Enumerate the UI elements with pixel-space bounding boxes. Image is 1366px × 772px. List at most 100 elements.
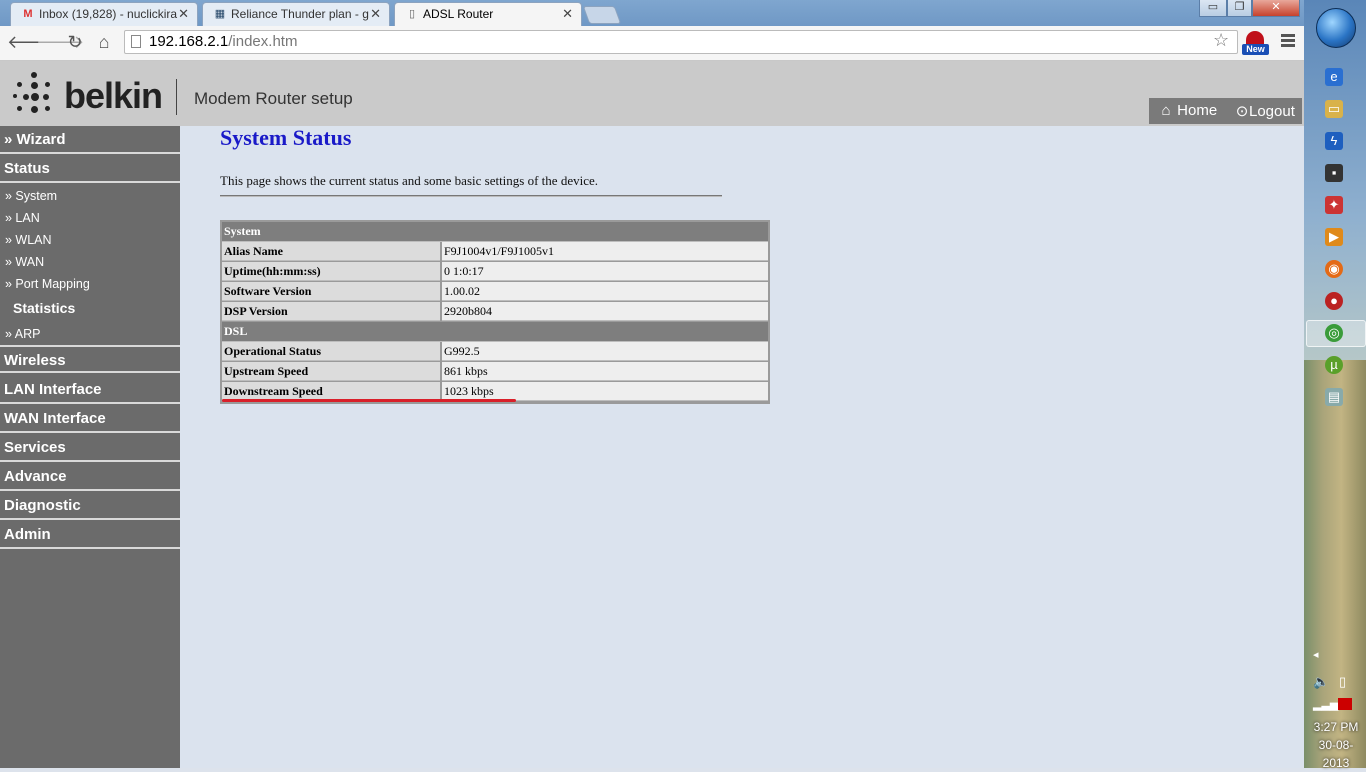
bookmark-star-icon[interactable]: ☆	[1213, 30, 1229, 51]
row-label: Upstream Speed	[222, 362, 440, 381]
row-value: G992.5	[442, 342, 768, 361]
page-icon	[131, 35, 141, 48]
sidebar-item-admin[interactable]: Admin	[0, 521, 180, 549]
internet-explorer-icon[interactable]: e	[1325, 68, 1343, 86]
network-signal-icon[interactable]: ▂▃▅	[1313, 698, 1338, 711]
power-icon: ⊙	[1235, 103, 1249, 120]
sidebar-item-wireless[interactable]: Wireless	[0, 345, 180, 373]
calculator-icon[interactable]: ▤	[1325, 388, 1343, 406]
tab-reliance[interactable]: ▦ Reliance Thunder plan - g ✕	[202, 2, 390, 26]
clock-date: 30-08-2013	[1318, 738, 1354, 770]
utorrent-icon[interactable]: µ	[1325, 356, 1343, 374]
page-favicon-icon: ▦	[214, 8, 226, 20]
row-value: F9J1004v1/F9J1005v1	[442, 242, 768, 261]
row-value: 1.00.02	[442, 282, 768, 301]
battery-icon[interactable]: ▯	[1339, 674, 1346, 690]
sidebar-item-diagnostic[interactable]: Diagnostic	[0, 492, 180, 520]
table-section-header: DSL	[222, 322, 768, 342]
router-page: belkin Modem Router setup ⌂ Home ⊙Logout…	[0, 61, 1304, 768]
tab-adsl-router[interactable]: ▯ ADSL Router ✕	[394, 2, 582, 26]
firefox-icon[interactable]: ◉	[1325, 260, 1343, 278]
document-icon: ▯	[408, 8, 416, 20]
sidebar-item-system[interactable]: » System	[0, 185, 180, 207]
table-row: Upstream Speed 861 kbps	[222, 362, 768, 382]
menu-icon[interactable]	[1281, 34, 1295, 50]
extension-icon[interactable]: New	[1242, 31, 1269, 55]
taskbar-clock[interactable]: 3:27 PM 30-08-2013	[1306, 718, 1366, 772]
sidebar-item-lan-interface[interactable]: LAN Interface	[0, 376, 180, 404]
sidebar-item-arp[interactable]: » ARP	[0, 323, 180, 345]
media-icon[interactable]: ▪	[1325, 164, 1343, 182]
show-hidden-icons-icon[interactable]: ◂	[1313, 648, 1319, 661]
gmail-icon: M	[23, 8, 33, 20]
maximize-button[interactable]: ❐	[1227, 0, 1252, 17]
url-domain: 192.168.2.1	[149, 33, 229, 50]
belkin-logo-icon	[13, 72, 57, 116]
tab-title: ADSL Router	[423, 7, 494, 21]
new-tab-button[interactable]	[582, 6, 622, 24]
tab-inbox[interactable]: M Inbox (19,828) - nuclickira ✕	[10, 2, 198, 26]
sidebar-item-wan[interactable]: » WAN	[0, 251, 180, 273]
header-divider	[176, 79, 177, 115]
address-bar[interactable]: 192.168.2.1/index.htm	[124, 30, 1238, 54]
media-player-icon[interactable]: ▶	[1325, 228, 1343, 246]
sidebar-item-wlan[interactable]: » WLAN	[0, 229, 180, 251]
tab-title: Inbox (19,828) - nuclickira	[39, 7, 178, 21]
table-row: Alias Name F9J1004v1/F9J1005v1	[222, 242, 768, 262]
extension-badge: New	[1242, 44, 1269, 55]
folder-icon[interactable]: ▭	[1325, 100, 1343, 118]
brand-logo-text: belkin	[64, 75, 163, 116]
start-orb-icon[interactable]	[1316, 8, 1356, 48]
row-value: 2920b804	[442, 302, 768, 321]
sidebar-group-statistics[interactable]: Statistics	[0, 296, 180, 320]
back-icon[interactable]: 🡐	[7, 32, 55, 52]
table-row: Operational Status G992.5	[222, 342, 768, 362]
volume-icon[interactable]: 🔈	[1313, 674, 1329, 690]
sidebar-item-lan[interactable]: » LAN	[0, 207, 180, 229]
url-path: /index.htm	[228, 33, 298, 50]
browser-tab-strip: M Inbox (19,828) - nuclickira ✕ ▦ Relian…	[0, 0, 1304, 26]
page-title: System Status	[220, 125, 352, 150]
row-label: DSP Version	[222, 302, 440, 321]
browser-toolbar: 🡐 🡒 ↻ ⌂ 192.168.2.1/index.htm ☆	[0, 26, 1304, 61]
row-label: Uptime(hh:mm:ss)	[222, 262, 440, 281]
table-row: Uptime(hh:mm:ss) 0 1:0:17	[222, 262, 768, 282]
logout-link[interactable]: ⊙Logout	[1235, 102, 1295, 120]
row-label: Operational Status	[222, 342, 440, 361]
row-label: Alias Name	[222, 242, 440, 261]
forward-icon[interactable]: 🡒	[36, 32, 84, 52]
clock-time: 3:27 PM	[1313, 720, 1359, 734]
tray-app-icon[interactable]	[1338, 698, 1352, 710]
red-underline-annotation	[222, 399, 516, 402]
sidebar-item-status[interactable]: Status	[0, 155, 180, 183]
chrome-icon[interactable]: ◎	[1325, 324, 1343, 342]
row-label: Software Version	[222, 282, 440, 301]
title-divider	[220, 195, 722, 197]
home-link[interactable]: ⌂ Home	[1159, 102, 1217, 119]
row-value: 861 kbps	[442, 362, 768, 381]
home-icon[interactable]: ⌂	[94, 32, 114, 52]
thunder-icon[interactable]: ϟ	[1325, 132, 1343, 150]
sidebar: » Wizard Status » System » LAN » WLAN » …	[0, 126, 180, 768]
router-header: belkin Modem Router setup ⌂ Home ⊙Logout	[0, 61, 1304, 126]
sidebar-item-wizard[interactable]: » Wizard	[0, 126, 180, 154]
close-window-button[interactable]: ✕	[1252, 0, 1300, 17]
burner-icon[interactable]: ●	[1325, 292, 1343, 310]
header-subtitle: Modem Router setup	[194, 89, 353, 108]
sidebar-item-wan-interface[interactable]: WAN Interface	[0, 405, 180, 433]
close-tab-icon[interactable]: ✕	[370, 6, 381, 22]
table-section-header: System	[222, 222, 768, 242]
page-description: This page shows the current status and s…	[220, 173, 598, 188]
sidebar-item-advance[interactable]: Advance	[0, 463, 180, 491]
tab-title: Reliance Thunder plan - g	[231, 7, 369, 21]
minimize-button[interactable]: ▭	[1199, 0, 1227, 17]
sidebar-item-port-mapping[interactable]: » Port Mapping	[0, 273, 180, 295]
row-value: 0 1:0:17	[442, 262, 768, 281]
app-icon[interactable]: ✦	[1325, 196, 1343, 214]
system-status-table: System Alias Name F9J1004v1/F9J1005v1 Up…	[220, 220, 770, 404]
reload-icon[interactable]: ↻	[65, 32, 85, 52]
table-row: Software Version 1.00.02	[222, 282, 768, 302]
close-tab-icon[interactable]: ✕	[562, 6, 573, 22]
sidebar-item-services[interactable]: Services	[0, 434, 180, 462]
close-tab-icon[interactable]: ✕	[178, 6, 189, 22]
